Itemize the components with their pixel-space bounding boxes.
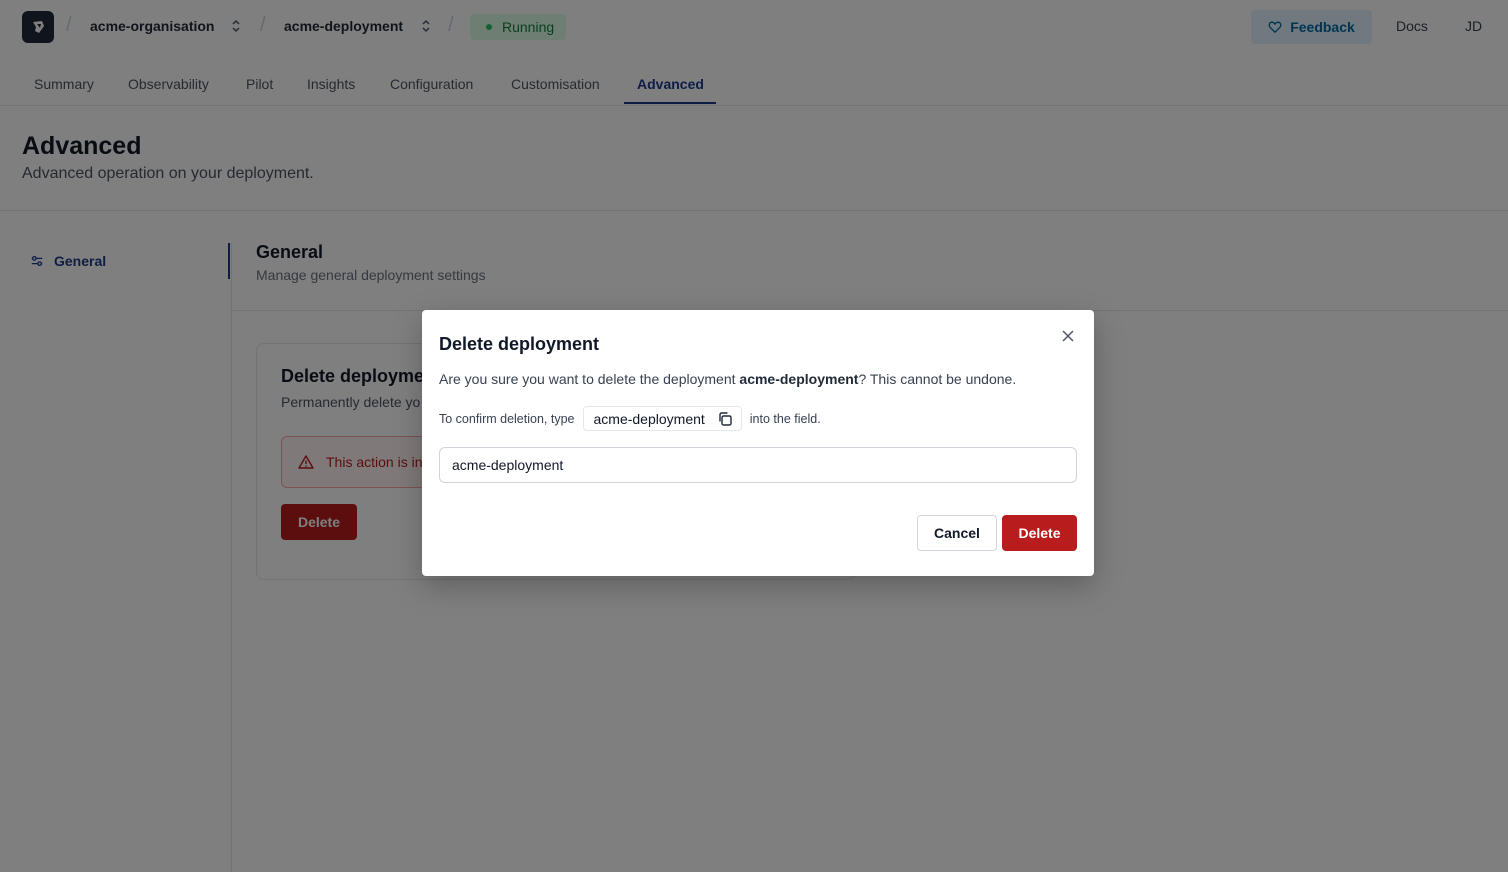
message-suffix: ? This cannot be undone. [858,371,1017,387]
message-prefix: Are you sure you want to delete the depl… [439,371,740,387]
message-deployment-name: acme-deployment [739,371,859,387]
confirm-prefix: To confirm deletion, type [439,411,575,426]
confirm-delete-button[interactable]: Delete [1002,515,1077,551]
confirm-instructions: To confirm deletion, type acme-deploymen… [439,406,821,431]
confirm-suffix: into the field. [749,411,821,426]
dialog-title: Delete deployment [439,334,600,354]
confirm-deployment-input[interactable] [439,447,1077,483]
delete-deployment-dialog: Delete deployment Are you sure you want … [422,310,1094,576]
dialog-message: Are you sure you want to delete the depl… [439,371,1016,387]
chip-deployment-name: acme-deployment [593,410,705,427]
cancel-button[interactable]: Cancel [917,515,997,551]
copy-icon[interactable] [717,411,733,427]
close-icon [1062,330,1074,342]
deployment-name-chip: acme-deployment [582,406,742,431]
close-button[interactable] [1058,326,1078,346]
